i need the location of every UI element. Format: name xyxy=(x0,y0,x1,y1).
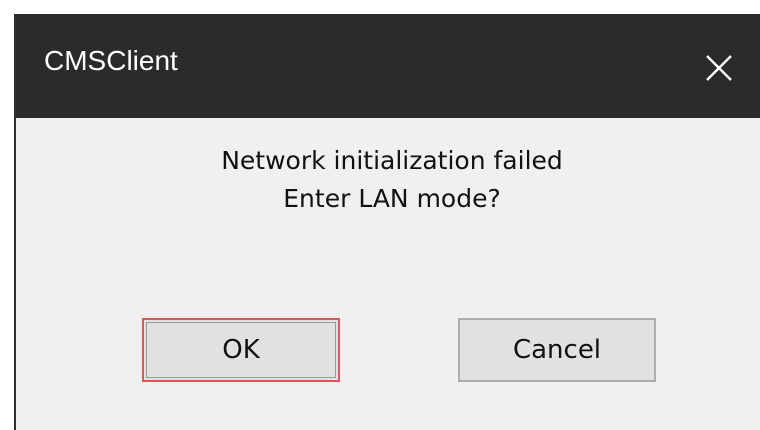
cancel-button[interactable]: Cancel xyxy=(458,318,656,382)
title-bar[interactable]: CMSClient xyxy=(16,14,760,118)
message-line-1: Network initialization failed xyxy=(221,146,563,175)
message-text: Network initialization failed Enter LAN … xyxy=(24,142,760,218)
message-dialog: CMSClient Network initialization failed … xyxy=(14,14,760,430)
dialog-body: Network initialization failed Enter LAN … xyxy=(24,118,760,430)
ok-button[interactable]: OK xyxy=(142,318,340,382)
window-title: CMSClient xyxy=(44,45,178,76)
screen: CMSClient Network initialization failed … xyxy=(0,0,760,430)
close-icon xyxy=(706,55,732,81)
message-line-2: Enter LAN mode? xyxy=(283,184,501,213)
close-button[interactable] xyxy=(684,40,754,96)
